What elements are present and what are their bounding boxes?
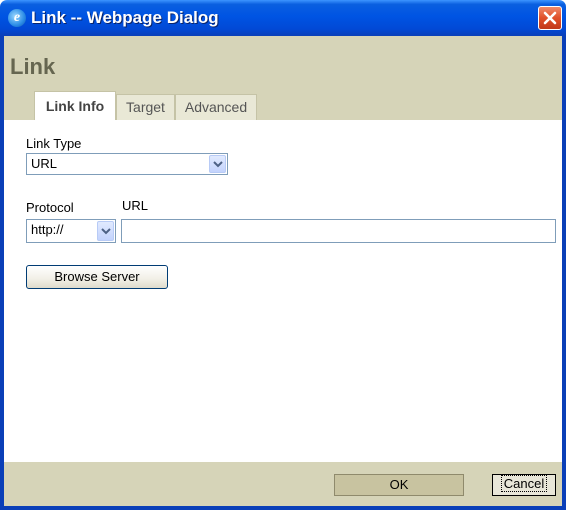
tab-link-info[interactable]: Link Info xyxy=(34,91,116,120)
ie-icon: e xyxy=(8,9,26,27)
dialog-body: Link Link Info Target Advanced Link Type… xyxy=(4,36,562,506)
protocol-select[interactable]: http:// xyxy=(26,219,116,243)
link-type-value: URL xyxy=(31,156,58,171)
cancel-label: Cancel xyxy=(500,475,548,492)
url-label: URL xyxy=(122,198,149,213)
dialog-footer: OK Cancel xyxy=(4,462,562,506)
ok-button[interactable]: OK xyxy=(334,474,464,496)
tab-advanced[interactable]: Advanced xyxy=(175,94,257,120)
url-input[interactable] xyxy=(121,219,556,243)
dialog-header: Link Link Info Target Advanced xyxy=(4,36,562,120)
close-button[interactable] xyxy=(538,6,562,30)
protocol-label: Protocol xyxy=(26,200,74,215)
link-type-label: Link Type xyxy=(26,136,82,151)
window-title: Link -- Webpage Dialog xyxy=(31,8,219,27)
title-bar[interactable]: e Link -- Webpage Dialog xyxy=(0,0,566,36)
dialog-heading: Link xyxy=(10,54,56,79)
link-type-select[interactable]: URL xyxy=(26,153,228,175)
chevron-down-icon xyxy=(97,221,114,241)
browse-server-button[interactable]: Browse Server xyxy=(26,265,168,289)
chevron-down-icon xyxy=(209,155,226,173)
dialog-window: e Link -- Webpage Dialog Link Link Info … xyxy=(0,0,566,510)
window-frame: Link Link Info Target Advanced Link Type… xyxy=(0,36,566,510)
close-icon xyxy=(543,11,557,25)
protocol-value: http:// xyxy=(31,222,64,237)
cancel-button[interactable]: Cancel xyxy=(492,474,556,496)
tab-target[interactable]: Target xyxy=(116,94,175,120)
